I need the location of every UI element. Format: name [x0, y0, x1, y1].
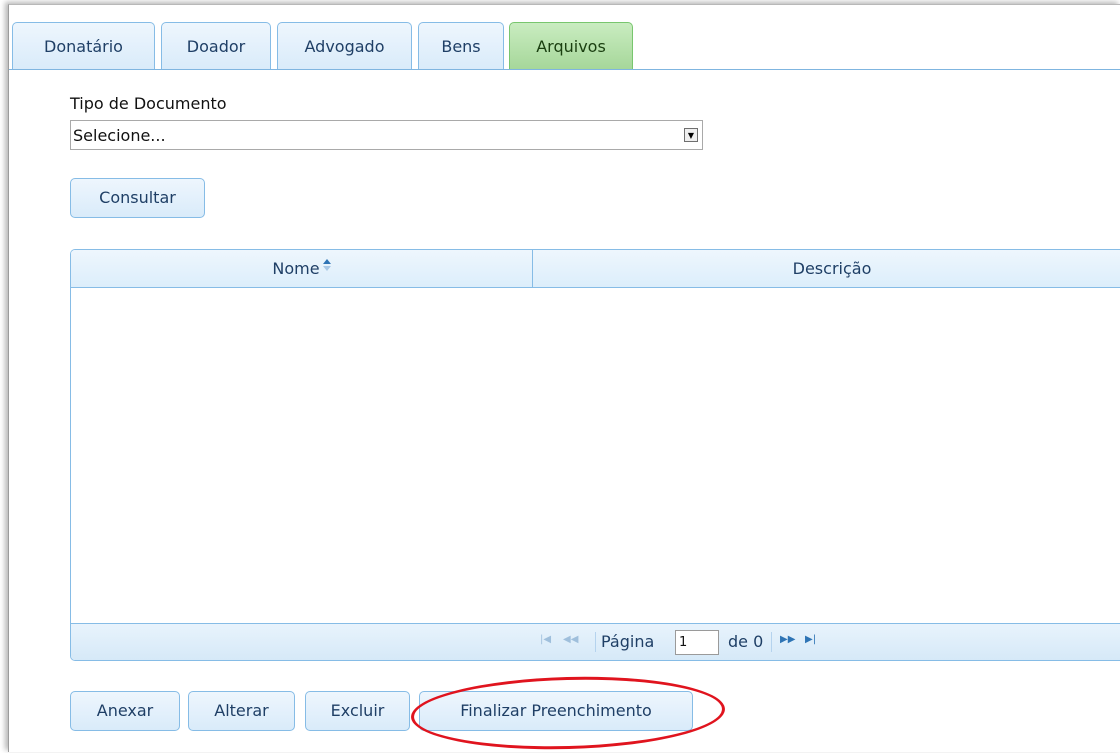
last-page-icon[interactable]: ▶|: [805, 634, 816, 645]
excluir-button[interactable]: Excluir: [305, 691, 410, 731]
tipo-documento-label: Tipo de Documento: [70, 94, 227, 113]
page-number-input[interactable]: [675, 630, 719, 655]
column-nome-label: Nome: [272, 259, 320, 278]
alterar-button[interactable]: Alterar: [188, 691, 295, 731]
tab-bens[interactable]: Bens: [418, 22, 504, 69]
tab-doador[interactable]: Doador: [161, 22, 271, 69]
tipo-documento-value: Selecione...: [73, 126, 166, 145]
pager: |◀ ◀◀ Página de 0 ▶▶ ▶|: [71, 623, 1120, 660]
tab-advogado[interactable]: Advogado: [277, 22, 412, 69]
next-page-icon[interactable]: ▶▶: [780, 634, 795, 645]
page-label: Página: [601, 632, 655, 651]
prev-page-icon[interactable]: ◀◀: [563, 634, 578, 645]
tab-donatario[interactable]: Donatário: [12, 22, 155, 69]
tab-strip: Donatário Doador Advogado Bens Arquivos: [9, 5, 1120, 70]
page-total: de 0: [728, 632, 764, 651]
tab-arquivos[interactable]: Arquivos: [509, 22, 633, 69]
arquivos-table: Nome Descrição |◀ ◀◀ Página de 0 ▶▶ ▶|: [70, 249, 1120, 661]
column-header-nome[interactable]: Nome: [71, 250, 533, 287]
dropdown-arrow-icon[interactable]: ▼: [684, 128, 698, 142]
pager-separator: [595, 632, 596, 652]
finalizar-preenchimento-button[interactable]: Finalizar Preenchimento: [419, 691, 693, 731]
pager-separator: [771, 632, 772, 652]
anexar-button[interactable]: Anexar: [70, 691, 180, 731]
tipo-documento-select[interactable]: Selecione... ▼: [70, 120, 703, 150]
first-page-icon[interactable]: |◀: [540, 634, 551, 645]
sort-ascending-icon: [322, 259, 331, 271]
table-header: Nome Descrição: [71, 250, 1120, 288]
consultar-button[interactable]: Consultar: [70, 178, 205, 218]
form-window: Donatário Doador Advogado Bens Arquivos …: [8, 4, 1120, 753]
column-header-descricao[interactable]: Descrição: [533, 250, 1120, 287]
